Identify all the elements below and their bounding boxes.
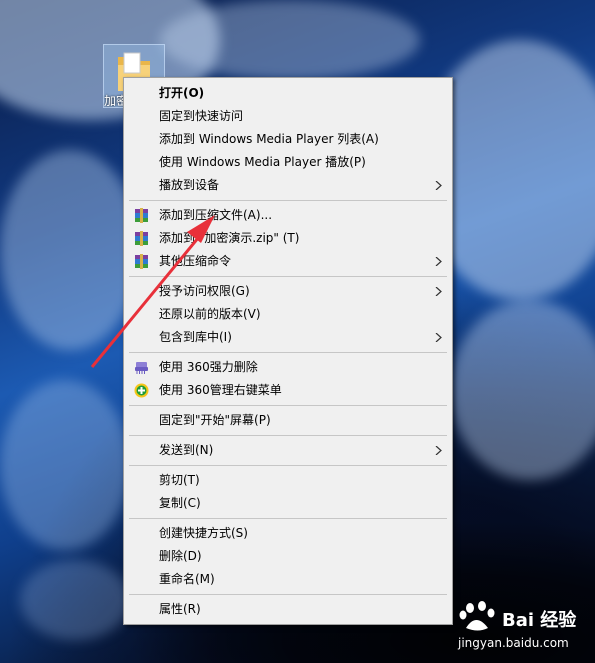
- baidu-jingyan-watermark: Bai 经验 jingyan.baidu.com: [452, 598, 592, 658]
- annotation-arrow: [90, 215, 215, 368]
- watermark-brand: Bai 经验: [502, 610, 577, 631]
- baidu-paw-icon: [459, 601, 495, 631]
- watermark-url: jingyan.baidu.com: [458, 636, 569, 650]
- annotation-arrow-shaft: [90, 231, 205, 368]
- annotation-arrow-head: [187, 215, 215, 243]
